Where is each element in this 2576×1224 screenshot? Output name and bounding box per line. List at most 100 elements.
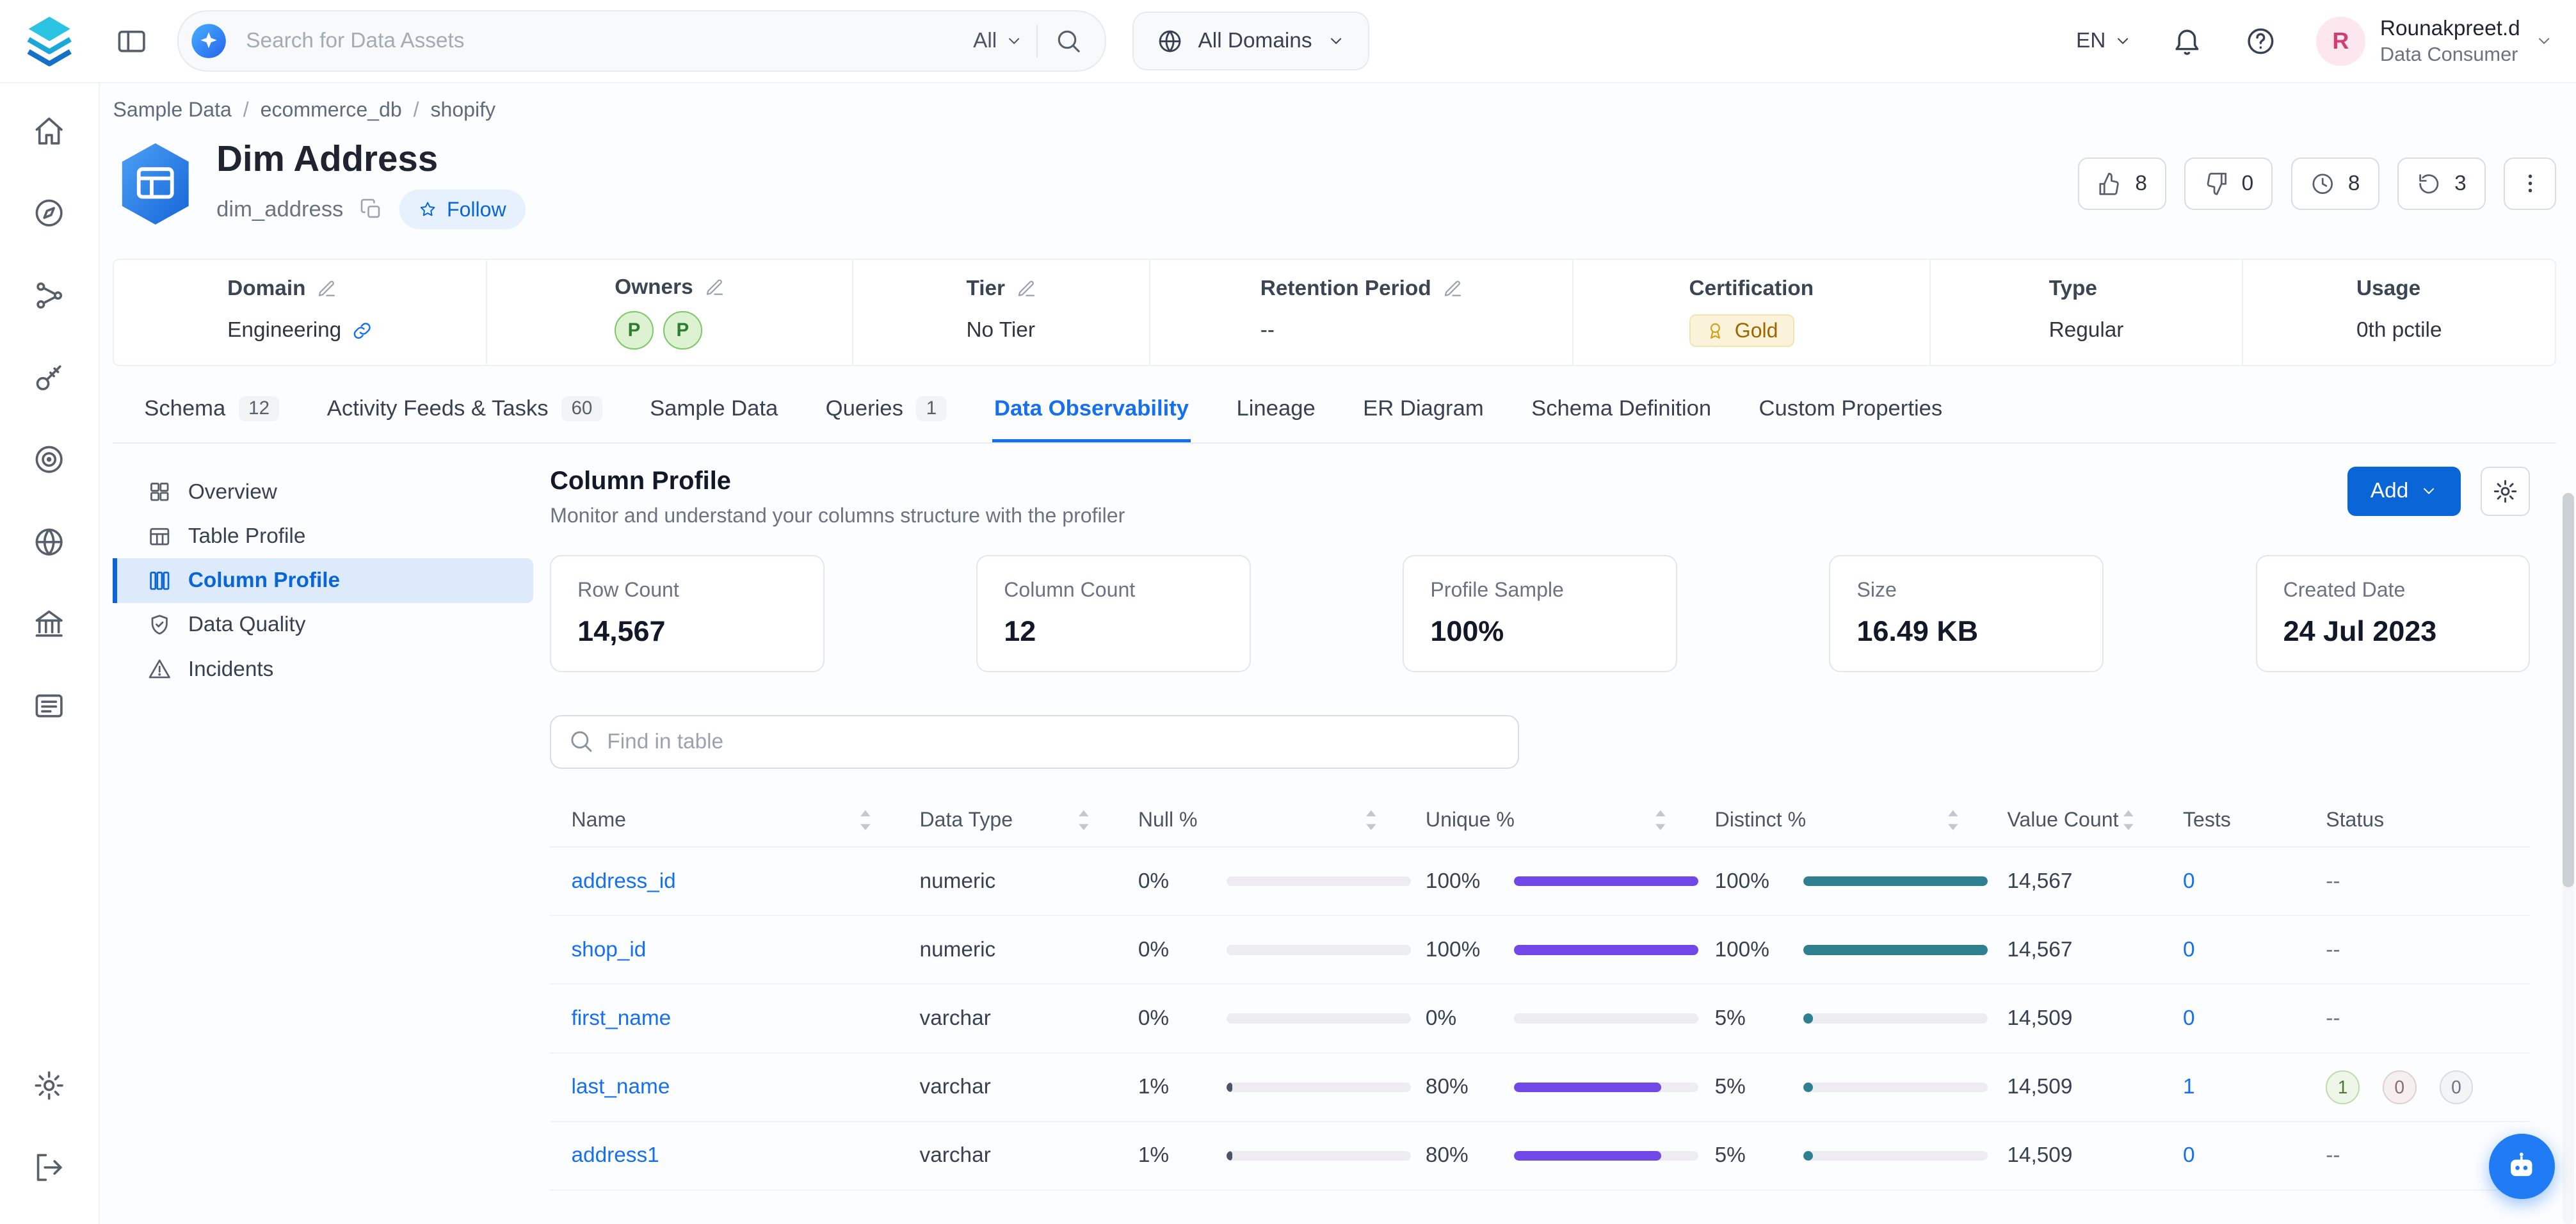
edit-domain-icon[interactable] xyxy=(317,279,337,299)
status-empty: -- xyxy=(2326,1143,2340,1168)
tab-queries[interactable]: Queries1 xyxy=(824,396,948,442)
nav-home[interactable] xyxy=(17,90,83,172)
submenu-item-data-quality[interactable]: Data Quality xyxy=(113,603,533,647)
chat-widget-button[interactable] xyxy=(2489,1134,2555,1200)
tests-cell: 0 xyxy=(2183,1006,2326,1031)
tab-schema-definition[interactable]: Schema Definition xyxy=(1530,396,1713,442)
header-data-type[interactable]: Data Type xyxy=(920,808,1138,832)
tab-label: Schema Definition xyxy=(1531,396,1711,421)
submenu-item-table-profile[interactable]: Table Profile xyxy=(113,514,533,558)
vertical-scrollbar[interactable] xyxy=(2563,493,2574,1224)
column-name-link[interactable]: address_id xyxy=(571,869,675,893)
nav-insights[interactable] xyxy=(17,337,83,419)
search-input[interactable] xyxy=(243,28,960,55)
language-dropdown[interactable]: EN xyxy=(2076,29,2132,53)
user-menu[interactable]: R Rounakpreet.d Data Consumer xyxy=(2316,15,2553,67)
nav-govern[interactable] xyxy=(17,583,83,664)
breadcrumb-link[interactable]: Sample Data xyxy=(113,98,231,122)
test-failed-badge: 0 xyxy=(2383,1070,2417,1104)
submenu-item-overview[interactable]: Overview xyxy=(113,470,533,514)
find-in-table-input[interactable] xyxy=(550,715,1519,769)
ai-search-icon[interactable] xyxy=(188,20,229,61)
header-name[interactable]: Name xyxy=(571,808,919,832)
nav-explore[interactable] xyxy=(17,172,83,254)
sort-icon[interactable] xyxy=(2120,808,2137,832)
header-value-count[interactable]: Value Count xyxy=(2007,808,2183,832)
column-name-link[interactable]: address1 xyxy=(571,1143,659,1167)
nav-glossary[interactable] xyxy=(17,665,83,747)
downvote-button[interactable]: 0 xyxy=(2184,157,2273,210)
tests-link[interactable]: 0 xyxy=(2183,938,2195,962)
sort-icon[interactable] xyxy=(857,808,874,832)
tests-link[interactable]: 1 xyxy=(2183,1075,2195,1099)
header-unique-pct[interactable]: Unique % xyxy=(1426,808,1715,832)
search-icon xyxy=(1054,27,1083,55)
tab-schema[interactable]: Schema12 xyxy=(143,396,281,442)
tab-sample-data[interactable]: Sample Data xyxy=(648,396,780,442)
breadcrumb-link[interactable]: ecommerce_db xyxy=(261,98,402,122)
column-name-link[interactable]: last_name xyxy=(571,1075,670,1099)
language-label: EN xyxy=(2076,29,2105,53)
stat-value: 14,567 xyxy=(577,615,796,648)
column-name-link[interactable]: shop_id xyxy=(571,938,646,962)
add-button[interactable]: Add xyxy=(2347,467,2461,516)
null-pct-bar xyxy=(1227,1013,1410,1023)
tab-activity-feeds-tasks[interactable]: Activity Feeds & Tasks60 xyxy=(325,396,604,442)
nav-logout[interactable] xyxy=(17,1127,83,1209)
sort-icon[interactable] xyxy=(1945,808,1961,832)
owners-label: Owners xyxy=(615,275,693,300)
help-button[interactable] xyxy=(2242,22,2280,60)
status-cell: -- xyxy=(2326,938,2530,962)
sort-icon[interactable] xyxy=(1652,808,1669,832)
tab-count-badge: 12 xyxy=(239,396,280,421)
nav-settings[interactable] xyxy=(17,1045,83,1127)
header-null-pct[interactable]: Null % xyxy=(1138,808,1426,832)
chevron-down-icon xyxy=(2535,32,2553,50)
tests-link[interactable]: 0 xyxy=(2183,1006,2195,1030)
more-options-button[interactable] xyxy=(2504,157,2556,210)
search-scope-label: All xyxy=(973,29,997,53)
distinct-pct-bar xyxy=(1803,876,1987,886)
app-logo-icon[interactable] xyxy=(20,12,79,70)
tab-data-observability[interactable]: Data Observability xyxy=(992,396,1190,442)
columns-icon xyxy=(147,568,172,593)
breadcrumb-link[interactable]: shopify xyxy=(430,98,495,122)
scrollbar-thumb[interactable] xyxy=(2563,493,2574,887)
status-empty: -- xyxy=(2326,938,2340,962)
tests-link[interactable]: 0 xyxy=(2183,1143,2195,1167)
views-button[interactable]: 8 xyxy=(2291,157,2379,210)
domains-filter-button[interactable]: All Domains xyxy=(1132,12,1369,70)
follow-button[interactable]: Follow xyxy=(399,189,526,229)
tab-custom-properties[interactable]: Custom Properties xyxy=(1757,396,1944,442)
sort-icon[interactable] xyxy=(1363,808,1380,832)
profiler-settings-button[interactable] xyxy=(2481,467,2530,516)
edit-owners-icon[interactable] xyxy=(705,278,725,298)
column-name-link[interactable]: first_name xyxy=(571,1006,671,1030)
sort-icon[interactable] xyxy=(1075,808,1092,832)
search-scope-dropdown[interactable]: All xyxy=(973,29,1023,53)
header-distinct-pct[interactable]: Distinct % xyxy=(1715,808,2008,832)
submenu-item-column-profile[interactable]: Column Profile xyxy=(113,558,533,602)
owner-avatar[interactable]: P xyxy=(663,311,702,350)
unique-pct-cell: 0% xyxy=(1426,1006,1715,1031)
owner-avatar[interactable]: P xyxy=(615,311,653,350)
edit-retention-icon[interactable] xyxy=(1443,279,1463,299)
tab-er-diagram[interactable]: ER Diagram xyxy=(1362,396,1486,442)
copy-name-button[interactable] xyxy=(358,197,384,223)
tab-lineage[interactable]: Lineage xyxy=(1235,396,1317,442)
nav-domains[interactable] xyxy=(17,501,83,583)
distinct-pct-cell: 100% xyxy=(1715,938,2008,962)
nav-observability[interactable] xyxy=(17,419,83,501)
upvote-button[interactable]: 8 xyxy=(2078,157,2166,210)
submenu-item-incidents[interactable]: Incidents xyxy=(113,647,533,691)
notifications-button[interactable] xyxy=(2168,22,2206,60)
edit-tier-icon[interactable] xyxy=(1017,279,1036,299)
tab-label: Sample Data xyxy=(650,396,778,421)
star-icon xyxy=(419,200,437,218)
nav-lineage[interactable] xyxy=(17,254,83,336)
link-icon[interactable] xyxy=(351,320,373,341)
version-history-button[interactable]: 3 xyxy=(2397,157,2486,210)
sidebar-toggle-button[interactable] xyxy=(108,18,154,64)
search-submit-button[interactable] xyxy=(1051,24,1086,58)
tests-link[interactable]: 0 xyxy=(2183,869,2195,893)
